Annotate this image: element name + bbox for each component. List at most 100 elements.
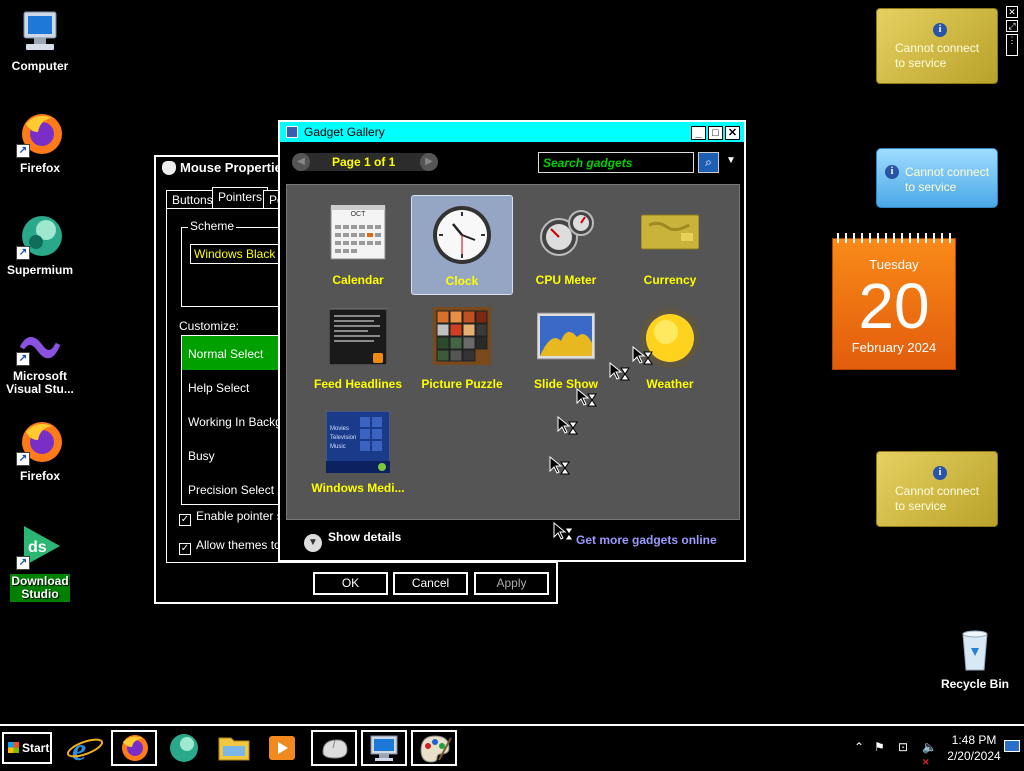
start-button[interactable]: Start — [2, 732, 52, 764]
picture-puzzle-thumb-icon — [433, 307, 491, 365]
taskbar-file-explorer[interactable] — [211, 730, 257, 766]
show-desktop-icon[interactable] — [1004, 740, 1020, 752]
shortcut-arrow-icon: ↗ — [16, 556, 30, 570]
close-icon[interactable]: ✕ — [725, 126, 740, 140]
shortcut-arrow-icon: ↗ — [16, 246, 30, 260]
gadget-tile-calendar[interactable]: OCT Calendar — [307, 195, 409, 295]
cpu-meter-thumb-icon — [537, 203, 595, 261]
calendar-gadget[interactable]: Tuesday 20 February 2024 — [832, 233, 956, 370]
close-icon[interactable]: ✕ — [1006, 6, 1018, 18]
svg-text:e: e — [72, 731, 86, 766]
info-icon[interactable]: i — [933, 23, 947, 37]
gadget-name: Clock — [445, 274, 479, 288]
gadget-name: Feed Headlines — [313, 377, 403, 391]
checkbox-checked-icon[interactable]: ✓ — [179, 514, 191, 526]
gadget-tile-cpu-meter[interactable]: CPU Meter — [515, 195, 617, 295]
show-hidden-icons-icon[interactable]: ⌃ — [854, 740, 864, 754]
desktop-icon-firefox-2[interactable]: ↗ Firefox — [0, 418, 80, 483]
desktop-icon-label: Download Studio — [10, 574, 70, 602]
window-title: Gadget Gallery — [304, 125, 385, 139]
page-navigator: ◀ Page 1 of 1 ▶ — [292, 153, 438, 171]
clock-thumb-icon — [433, 204, 491, 264]
calendar-thumb-month: OCT — [350, 211, 366, 218]
taskbar-clock[interactable]: 1:48 PM 2/20/2024 — [944, 732, 1004, 764]
get-more-gadgets-link[interactable]: Get more gadgets online — [576, 533, 717, 547]
ok-button[interactable]: OK — [313, 572, 388, 595]
info-icon[interactable]: i — [885, 165, 899, 179]
gadget-name: Currency — [643, 273, 697, 287]
customize-label: Customize: — [179, 319, 240, 333]
gadget-name: Slide Show — [533, 377, 598, 391]
taskbar-personalization[interactable] — [411, 730, 457, 766]
allow-themes-checkbox[interactable]: ✓ Allow themes to c — [179, 538, 290, 555]
calendar-thumb-icon: OCT — [329, 203, 387, 261]
show-details-label: Show details — [328, 530, 402, 544]
gadget-error-text: Cannot connect to service — [905, 165, 990, 194]
taskbar-media-player[interactable] — [259, 730, 305, 766]
folder-icon — [218, 737, 250, 761]
volume-muted-icon[interactable]: 🔈✕ — [922, 740, 937, 768]
network-icon[interactable]: ⊡ — [898, 740, 908, 754]
show-details-button[interactable]: ▼ Show details — [304, 530, 401, 552]
action-center-flag-icon[interactable]: ⚑ — [874, 740, 885, 754]
desktop-icon-label: Supermium — [6, 263, 73, 277]
search-input[interactable]: Search gadgets — [538, 152, 694, 173]
desktop-icon-label: Recycle Bin — [940, 677, 1010, 691]
drag-handle-icon[interactable]: ⋮ — [1006, 34, 1018, 56]
options-icon[interactable]: ⤢ — [1006, 20, 1018, 32]
info-icon[interactable]: i — [933, 466, 947, 480]
gadget-name: Calendar — [332, 273, 384, 287]
cancel-button[interactable]: Cancel — [393, 572, 468, 595]
calendar-rings — [837, 233, 951, 243]
maximize-icon[interactable]: □ — [708, 126, 723, 140]
gadget-tile-currency[interactable]: Currency — [619, 195, 721, 295]
desktop-icon-download-studio[interactable]: ds ↗ Download Studio — [0, 522, 80, 602]
search-icon[interactable]: ⌕ — [698, 152, 719, 173]
media-thumb-item: Movies — [330, 426, 350, 432]
checkbox-label: Enable pointer sh — [196, 509, 290, 523]
gadget-tile-picture-puzzle[interactable]: Picture Puzzle — [411, 299, 513, 399]
gadget-tile-feed-headlines[interactable]: Feed Headlines — [307, 299, 409, 399]
next-page-icon[interactable]: ▶ — [420, 153, 438, 171]
gallery-icon — [286, 126, 298, 138]
taskbar-internet-explorer[interactable]: e — [62, 730, 108, 767]
enable-shadow-checkbox[interactable]: ✓ Enable pointer sh — [179, 509, 289, 526]
taskbar-mouse-properties[interactable] — [311, 730, 357, 766]
window-title-bar[interactable]: Gadget Gallery _ □ ✕ — [280, 122, 744, 142]
shortcut-arrow-icon: ↗ — [16, 144, 30, 158]
checkbox-checked-icon[interactable]: ✓ — [179, 543, 191, 555]
shortcut-arrow-icon: ↗ — [16, 352, 30, 366]
desktop-icon-firefox[interactable]: ↗ Firefox — [0, 110, 80, 175]
clock-time: 1:48 PM — [951, 733, 997, 747]
monitor-icon — [370, 735, 398, 761]
apply-button[interactable]: Apply — [474, 572, 549, 595]
desktop-icon-supermium[interactable]: ↗ Supermium — [0, 212, 80, 277]
desktop-icon-visual-studio[interactable]: ↗ Microsoft Visual Stu... — [0, 328, 80, 396]
calendar-month-year: February 2024 — [851, 340, 937, 355]
desktop-icon-recycle-bin[interactable]: Recycle Bin — [935, 626, 1015, 691]
currency-gadget-bottom[interactable]: i Cannot connect to service — [876, 451, 998, 527]
gadget-tile-clock[interactable]: Clock — [411, 195, 513, 295]
currency-gadget-top[interactable]: i Cannot connect to service — [876, 8, 998, 84]
chevron-down-icon[interactable]: ▼ — [726, 155, 736, 166]
previous-page-icon[interactable]: ◀ — [292, 153, 310, 171]
gadget-tile-slide-show[interactable]: Slide Show — [515, 299, 617, 399]
recycle-bin-icon — [951, 626, 999, 674]
weather-gadget[interactable]: i Cannot connect to service — [876, 148, 998, 208]
media-player-icon — [269, 736, 295, 760]
minimize-icon[interactable]: _ — [691, 126, 706, 140]
media-thumb-menu: Movies Television Music — [330, 425, 356, 452]
taskbar-display-settings[interactable] — [361, 730, 407, 766]
tab-buttons[interactable]: Buttons — [166, 190, 219, 209]
desktop-icon-label: Firefox — [19, 161, 60, 175]
taskbar-supermium[interactable] — [161, 730, 207, 766]
svg-text:ds: ds — [28, 539, 47, 556]
media-thumb-item: Music — [330, 444, 346, 450]
checkbox-label: Allow themes to c — [196, 538, 291, 552]
gadget-tile-windows-media-center[interactable]: Movies Television Music Windows Medi... — [307, 403, 409, 503]
window-controls: _ □ ✕ — [689, 125, 740, 140]
taskbar-firefox[interactable] — [111, 730, 157, 766]
tab-pointers[interactable]: Pointers — [212, 187, 269, 209]
firefox-icon: ↗ — [16, 110, 64, 158]
desktop-icon-computer[interactable]: Computer — [0, 8, 80, 73]
